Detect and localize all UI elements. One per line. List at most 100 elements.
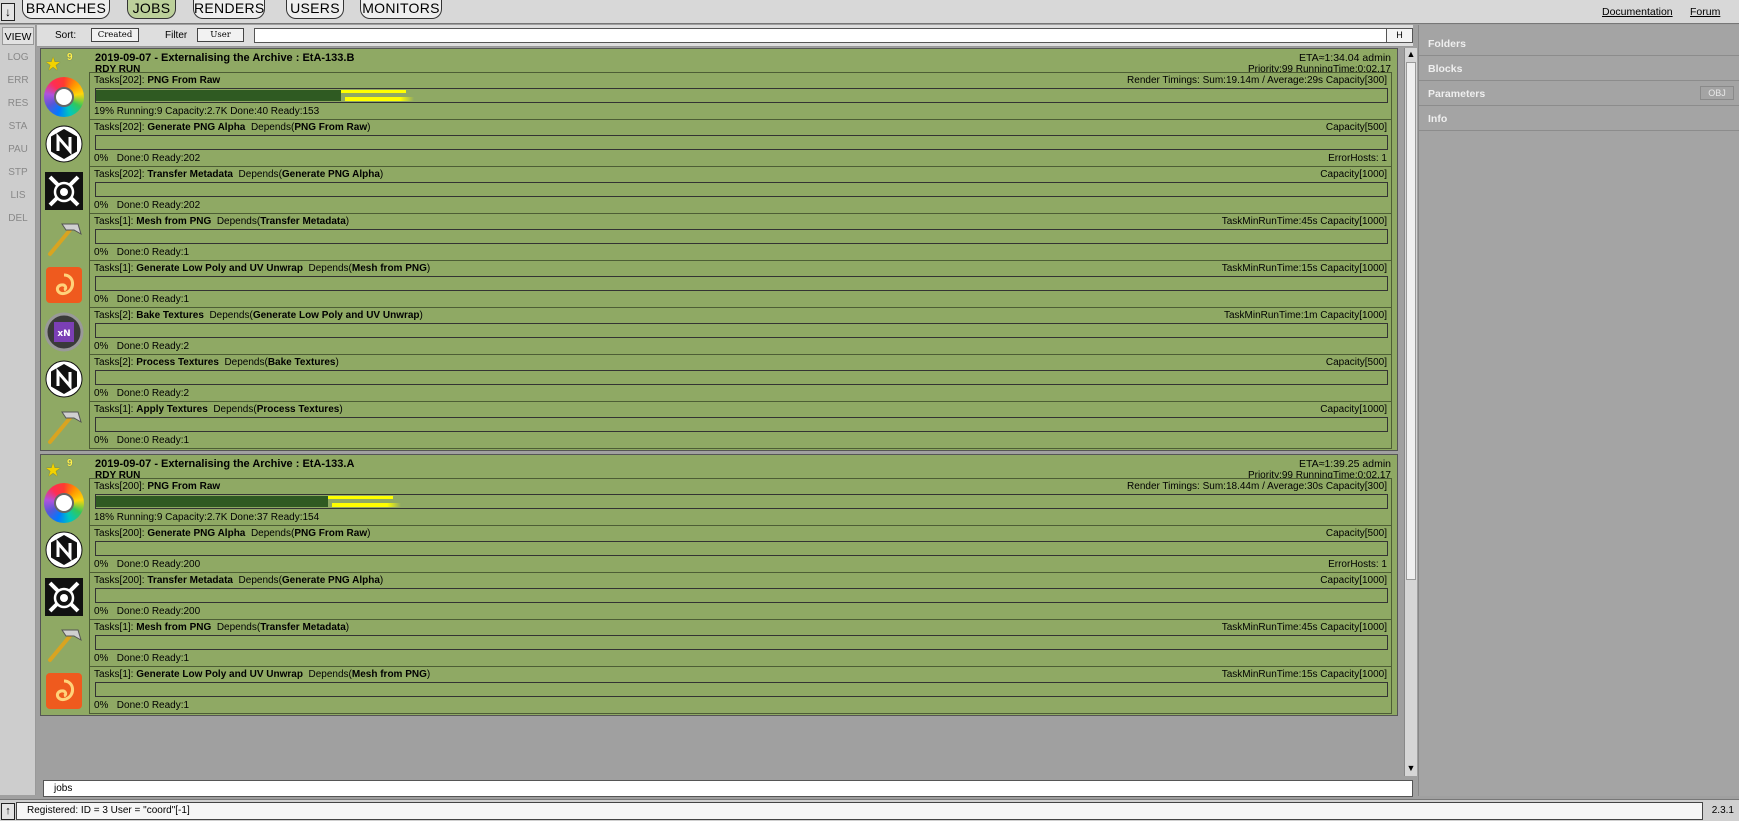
folders-section[interactable]: Folders [1419, 31, 1739, 56]
task-capacity-info: TaskMinRunTime:45s Capacity[1000] [1221, 622, 1387, 633]
job-eta: ETA≈1:39.25 admin [1299, 458, 1391, 470]
color-wheel-icon [44, 483, 84, 523]
blocks-section[interactable]: Blocks [1419, 56, 1739, 81]
task-capacity-info: Capacity[1000] [1320, 404, 1387, 415]
progress-running-fill [328, 496, 393, 499]
task-block[interactable]: Tasks[200]: Transfer Metadata Depends(Ge… [45, 572, 1392, 620]
stp-action-button[interactable]: STP [2, 164, 34, 182]
task-stats: 0% Done:0 Ready:2 [94, 388, 190, 399]
hammer-icon [44, 624, 84, 664]
task-stats: 0% Done:0 Ready:1 [94, 435, 190, 446]
pau-action-button[interactable]: PAU [2, 141, 34, 159]
task-block[interactable]: Tasks[1]: Apply Textures Depends(Process… [48, 401, 1392, 449]
task-block[interactable]: Tasks[1]: Generate Low Poly and UV Unwra… [46, 260, 1392, 308]
lis-action-button[interactable]: LIS [2, 187, 34, 205]
depends-label: Depends [224, 357, 265, 368]
job-eta: ETA≈1:34.04 admin [1299, 52, 1391, 64]
parameters-section[interactable]: Parameters OBJ [1419, 81, 1739, 106]
task-name-line: Tasks[1]: Generate Low Poly and UV Unwra… [94, 669, 431, 680]
depends-label: Depends [308, 263, 349, 274]
scroll-thumb[interactable] [1406, 62, 1416, 580]
task-stats: 0% Done:0 Ready:202 [94, 200, 201, 211]
task-name-line: Tasks[200]: PNG From Raw [94, 481, 220, 492]
task-capacity-info: TaskMinRunTime:15s Capacity[1000] [1221, 669, 1387, 680]
task-block[interactable]: Tasks[200]: Generate PNG Alpha Depends(P… [45, 525, 1392, 573]
task-name: Transfer Metadata [147, 169, 233, 180]
task-block[interactable]: Tasks[2]: Process Textures Depends(Bake … [45, 354, 1392, 402]
sort-field-button[interactable]: Created [91, 28, 139, 42]
status-bar: ↑ Registered: ID = 3 User = "coord"[-1] … [0, 799, 1739, 821]
log-action-button[interactable]: LOG [2, 49, 34, 67]
task-progress-bar [95, 588, 1388, 603]
documentation-link[interactable]: Documentation [1602, 6, 1673, 18]
task-name: Generate PNG Alpha [147, 122, 246, 133]
depends-label: Depends [250, 122, 291, 133]
info-section[interactable]: Info [1419, 106, 1739, 131]
job-priority-badge: 9 [67, 52, 73, 63]
task-block[interactable]: Tasks[1]: Generate Low Poly and UV Unwra… [46, 666, 1392, 714]
task-count: Tasks[2]: [94, 310, 134, 321]
tab-branches[interactable]: BRANCHES [22, 0, 110, 19]
scroll-down-icon[interactable]: ▼ [1405, 762, 1417, 775]
hammer-icon [44, 406, 84, 446]
info-section-title: Info [1428, 113, 1448, 125]
sta-action-button[interactable]: STA [2, 118, 34, 136]
filter-field-button[interactable]: User [197, 28, 244, 42]
view-action-button[interactable]: VIEW [2, 27, 34, 45]
task-stats: 0% Done:0 Ready:1 [94, 294, 190, 305]
task-progress-bar [95, 682, 1388, 697]
task-block[interactable]: Tasks[202]: Transfer Metadata Depends(Ge… [45, 166, 1392, 214]
job-priority-badge: 9 [67, 458, 73, 469]
depends-label: Depends [209, 310, 250, 321]
color-wheel-icon [44, 77, 84, 117]
tab-jobs[interactable]: JOBS [127, 0, 176, 19]
depends-label: Depends [216, 216, 257, 227]
h-button[interactable]: H [1386, 28, 1413, 43]
star-icon: ★ [45, 54, 62, 74]
depends-target: Mesh from PNG [351, 263, 427, 274]
version-label: 2.3.1 [1711, 805, 1734, 816]
depends-label: Depends [238, 169, 279, 180]
task-capacity-info: TaskMinRunTime:1m Capacity[1000] [1223, 310, 1387, 321]
star-icon: ★ [45, 460, 62, 480]
forum-link[interactable]: Forum [1690, 6, 1720, 18]
task-block[interactable]: Tasks[1]: Mesh from PNG Depends(Transfer… [48, 213, 1392, 261]
job-item[interactable]: ★ 9 2019-09-07 - Externalising the Archive… [40, 454, 1398, 716]
jobs-scrollbar[interactable]: ▲ ▼ [1404, 48, 1417, 776]
jobs-list[interactable]: ★ 9 2019-09-07 - Externalising the Archive… [37, 48, 1403, 776]
jobs-command-input[interactable]: jobs [43, 780, 1413, 797]
task-capacity-info: Capacity[500] [1325, 528, 1387, 539]
task-name: Generate Low Poly and UV Unwrap [136, 263, 303, 274]
tab-users[interactable]: USERS [286, 0, 344, 19]
job-title: 2019-09-07 - Externalising the Archive :… [95, 458, 355, 470]
task-block[interactable]: Tasks[200]: PNG From Raw Render Timings: … [44, 478, 1392, 526]
task-capacity-info: Render Timings: Sum:18.44m / Average:30s… [1127, 481, 1387, 492]
obj-button[interactable]: OBJ [1700, 86, 1734, 100]
filter-input[interactable] [254, 28, 1408, 43]
status-toggle-button[interactable]: ↑ [1, 803, 15, 820]
progress-done-fill [96, 496, 328, 507]
scroll-up-icon[interactable]: ▲ [1405, 48, 1417, 61]
task-block[interactable]: Tasks[1]: Mesh from PNG Depends(Transfer… [48, 619, 1392, 667]
err-action-button[interactable]: ERR [2, 72, 34, 90]
tab-monitors[interactable]: MONITORS [360, 0, 442, 19]
del-action-button[interactable]: DEL [2, 210, 34, 228]
depends-target: Process Textures [256, 404, 340, 415]
task-capacity-info: Render Timings: Sum:19.14m / Average:29s… [1127, 75, 1387, 86]
task-progress-bar [95, 323, 1388, 338]
task-name-line: Tasks[2]: Bake Textures Depends(Generate… [94, 310, 423, 321]
task-stats: 19% Running:9 Capacity:2.7K Done:40 Read… [94, 106, 320, 117]
tab-renders[interactable]: RENDERS [193, 0, 265, 19]
houdini-icon [44, 671, 84, 711]
task-capacity-info: TaskMinRunTime:15s Capacity[1000] [1221, 263, 1387, 274]
job-item[interactable]: ★ 9 2019-09-07 - Externalising the Archive… [40, 48, 1398, 451]
task-count: Tasks[200]: [94, 481, 145, 492]
task-count: Tasks[1]: [94, 622, 134, 633]
task-block[interactable]: Tasks[202]: Generate PNG Alpha Depends(P… [45, 119, 1392, 167]
task-block[interactable]: Tasks[202]: PNG From Raw Render Timings: … [44, 72, 1392, 120]
task-progress-bar [95, 276, 1388, 291]
res-action-button[interactable]: RES [2, 95, 34, 113]
task-block[interactable]: xN Tasks[2]: Bake Textures Depends(Genera… [44, 307, 1392, 355]
top-menu-toggle-button[interactable]: ↓ [1, 3, 15, 21]
task-name-line: Tasks[2]: Process Textures Depends(Bake … [94, 357, 339, 368]
